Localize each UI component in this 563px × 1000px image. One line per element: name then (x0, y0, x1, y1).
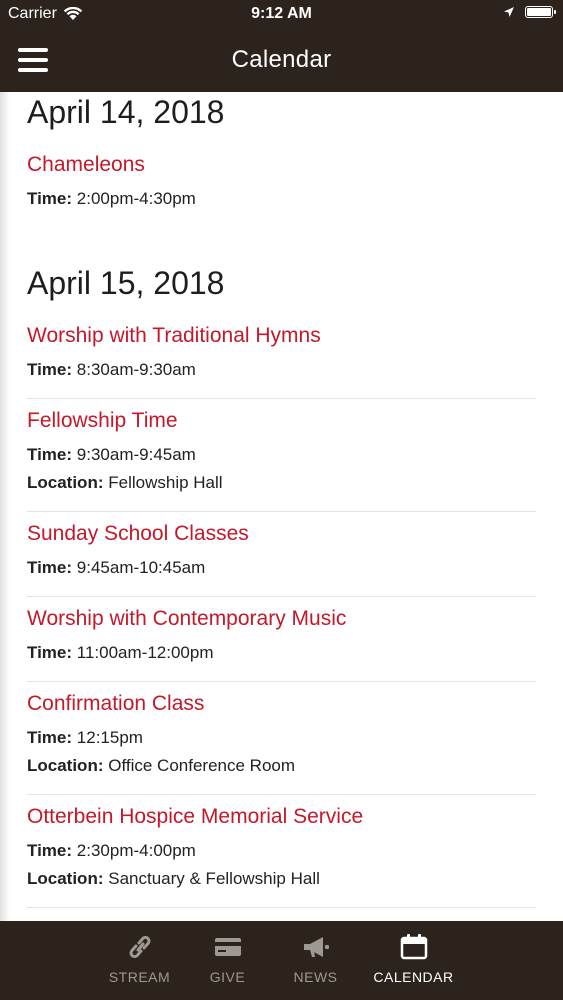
tab-stream[interactable]: STREAM (102, 921, 178, 1000)
event-title[interactable]: Fellowship Time (27, 409, 536, 433)
nav-bar: Calendar (0, 28, 563, 92)
tab-label: CALENDAR (373, 969, 454, 985)
tab-give[interactable]: GIVE (190, 921, 266, 1000)
event-item[interactable]: Worship with Contemporary Music Time: 11… (27, 597, 536, 682)
tab-label: STREAM (108, 969, 171, 985)
event-time: Time: 9:45am-10:45am (27, 558, 206, 577)
status-bar: Carrier 9:12 AM (0, 0, 563, 28)
event-item[interactable]: Sunday School Classes Time: 9:45am-10:45… (27, 512, 536, 597)
event-title[interactable]: Confirmation Class (27, 692, 536, 716)
tab-label: GIVE (209, 969, 246, 985)
event-title[interactable]: Sunday School Classes (27, 522, 536, 546)
event-title[interactable]: Worship with Contemporary Music (27, 607, 536, 631)
event-item[interactable]: Chameleons Time: 2:00pm-4:30pm (27, 131, 536, 227)
event-time: Time: 11:00am-12:00pm (27, 643, 214, 662)
day-section: April 14, 2018 Chameleons Time: 2:00pm-4… (0, 94, 563, 227)
status-right (503, 6, 556, 18)
event-location: Location: Office Conference Room (27, 756, 296, 775)
location-arrow-icon (504, 7, 514, 17)
day-heading: April 15, 2018 (27, 265, 225, 301)
battery-icon (525, 6, 556, 18)
event-time: Time: 12:15pm (27, 728, 143, 747)
tab-bar: STREAM GIVE NEWS CALENDAR (0, 921, 563, 1000)
event-location: Location: Sanctuary & Fellowship Hall (27, 869, 320, 888)
link-icon (129, 935, 150, 959)
status-time: 9:12 AM (251, 5, 312, 22)
tab-label: NEWS (293, 969, 338, 985)
tab-calendar[interactable]: CALENDAR (366, 921, 462, 1000)
event-title[interactable]: Worship with Traditional Hymns (27, 324, 536, 348)
event-item[interactable]: Otterbein Hospice Memorial Service Time:… (27, 795, 536, 908)
event-time: Time: 8:30am-9:30am (27, 360, 196, 379)
event-location: Location: Fellowship Hall (27, 473, 223, 492)
day-heading: April 14, 2018 (27, 94, 225, 130)
event-item[interactable]: Confirmation Class Time: 12:15pm Locatio… (27, 682, 536, 795)
tab-news[interactable]: NEWS (278, 921, 354, 1000)
event-time: Time: 2:30pm-4:00pm (27, 841, 196, 860)
event-time: Time: 9:30am-9:45am (27, 445, 196, 464)
day-section: April 15, 2018 Worship with Traditional … (0, 265, 563, 908)
event-title[interactable]: Otterbein Hospice Memorial Service (27, 805, 536, 829)
event-title[interactable]: Chameleons (27, 153, 536, 177)
credit-card-icon (214, 938, 241, 956)
page-title: Calendar (231, 46, 332, 73)
megaphone-icon (303, 937, 329, 957)
calendar-list[interactable]: April 14, 2018 Chameleons Time: 2:00pm-4… (0, 92, 563, 921)
event-time: Time: 2:00pm-4:30pm (27, 189, 196, 208)
calendar-icon (400, 934, 427, 960)
event-item[interactable]: Worship with Traditional Hymns Time: 8:3… (27, 302, 536, 399)
event-item[interactable]: Fellowship Time Time: 9:30am-9:45am Loca… (27, 399, 536, 512)
